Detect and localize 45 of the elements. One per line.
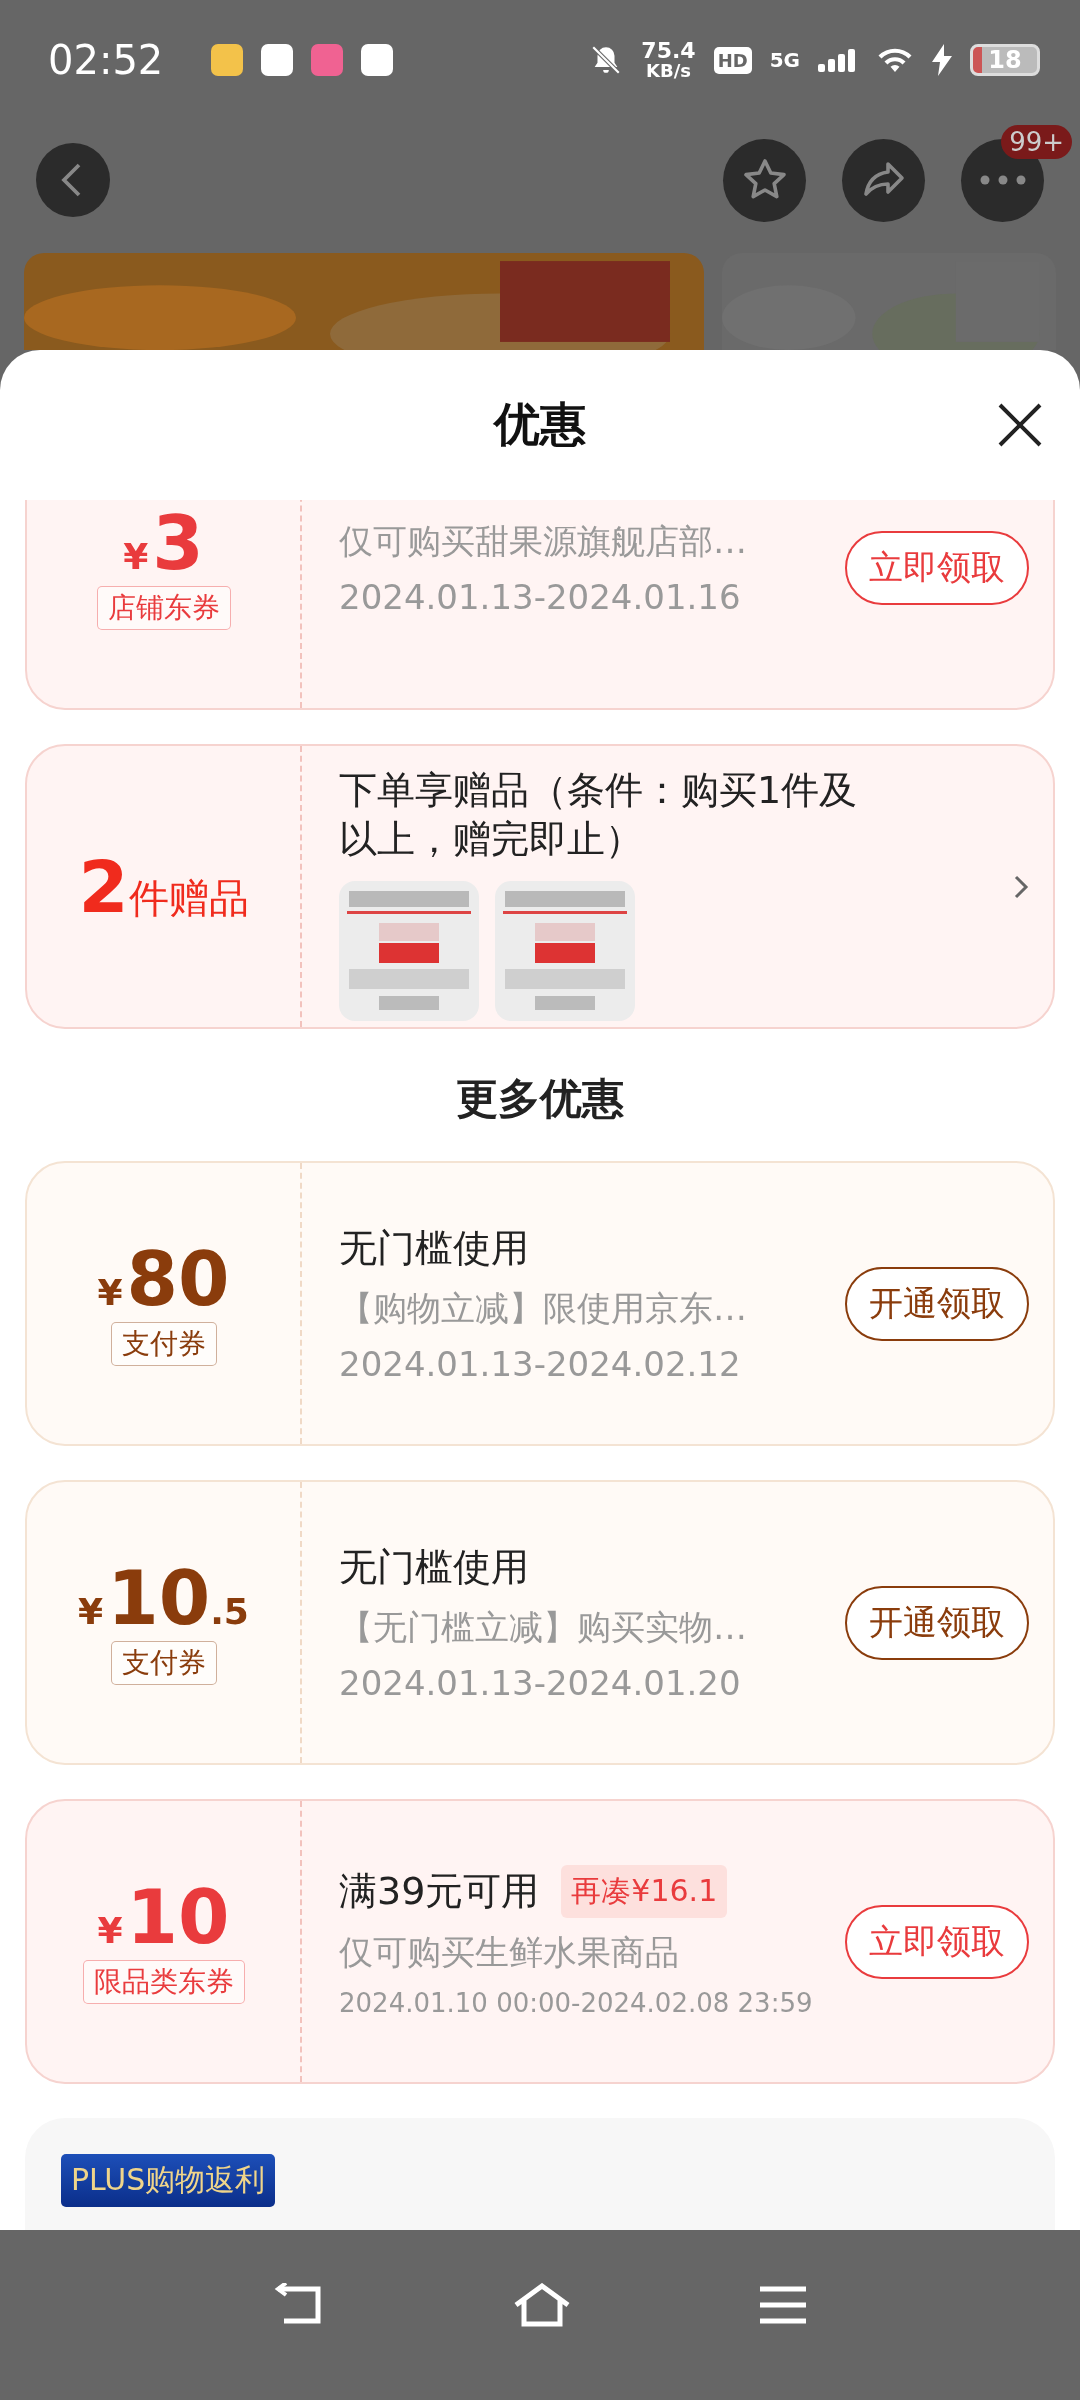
coupon-date: 2024.01.13-2024.01.20 bbox=[339, 1663, 742, 1703]
app-icon bbox=[311, 44, 344, 76]
network-type: 5G bbox=[769, 48, 800, 72]
coupon-date: 2024.01.13-2024.02.12 bbox=[339, 1344, 742, 1384]
coupon-type-tag: 店铺东券 bbox=[96, 585, 231, 630]
coupon-description: 仅可购买甜果源旗舰店部… bbox=[339, 519, 748, 563]
coupon-title: 满39元可用 bbox=[339, 1868, 540, 1915]
coupon-title: 无门槛使用 bbox=[339, 1544, 529, 1591]
coupon-type-tag: 支付券 bbox=[110, 1640, 217, 1685]
claim-button[interactable]: 开通领取 bbox=[845, 1585, 1029, 1660]
clock: 02:52 bbox=[48, 37, 164, 83]
signal-icon bbox=[818, 48, 858, 72]
charging-icon bbox=[932, 44, 952, 76]
coupon-date: 2024.01.13-2024.01.16 bbox=[339, 576, 742, 617]
sheet-title: 优惠 bbox=[494, 396, 586, 453]
coupon-title: 无门槛使用 bbox=[339, 1225, 529, 1272]
network-speed: 75.4 KB/s bbox=[641, 40, 696, 80]
more-icon bbox=[978, 174, 1027, 186]
coupon-badge: 再凑¥16.1 bbox=[561, 1865, 728, 1918]
claim-button[interactable]: 开通领取 bbox=[845, 1266, 1029, 1341]
hd-indicator: HD bbox=[713, 46, 752, 74]
coupon-type-tag: 支付券 bbox=[110, 1321, 217, 1366]
claim-button[interactable]: 立即领取 bbox=[845, 1904, 1029, 1979]
coupon-description: 【购物立减】限使用京东… bbox=[339, 1287, 748, 1330]
menu-icon[interactable] bbox=[759, 2285, 806, 2325]
coupon-amount: ¥80 bbox=[97, 1241, 230, 1316]
app-icon bbox=[261, 44, 294, 76]
coupon-description: 【无门槛立减】购买实物… bbox=[339, 1606, 748, 1649]
plus-rebate-tag: PLUS购物返利 bbox=[61, 2154, 276, 2207]
coupon-description: 仅可购买生鲜水果商品 bbox=[339, 1931, 680, 1974]
battery-icon: 18 bbox=[970, 44, 1040, 76]
coupon-date: 2024.01.10 00:00-2024.02.08 23:59 bbox=[339, 1988, 814, 2018]
coupon-amount: ¥10 bbox=[97, 1879, 230, 1954]
app-icon bbox=[211, 44, 244, 76]
chevron-right-icon[interactable] bbox=[1013, 873, 1029, 900]
coupon-amount: ¥3 bbox=[123, 505, 204, 580]
notification-badge: 99+ bbox=[1001, 124, 1072, 159]
app-icon bbox=[361, 44, 394, 76]
gift-title: 下单享赠品（条件：购买1件及以上，赠完即止） bbox=[339, 767, 859, 864]
coupon-type-tag: 限品类东券 bbox=[82, 1959, 245, 2004]
section-title: 更多优惠 bbox=[455, 1073, 625, 1125]
claim-button[interactable]: 立即领取 bbox=[845, 530, 1029, 605]
gift-count: 2件赠品 bbox=[78, 844, 249, 929]
coupon-amount: ¥10.5 bbox=[78, 1560, 249, 1635]
home-icon[interactable] bbox=[513, 2283, 571, 2327]
